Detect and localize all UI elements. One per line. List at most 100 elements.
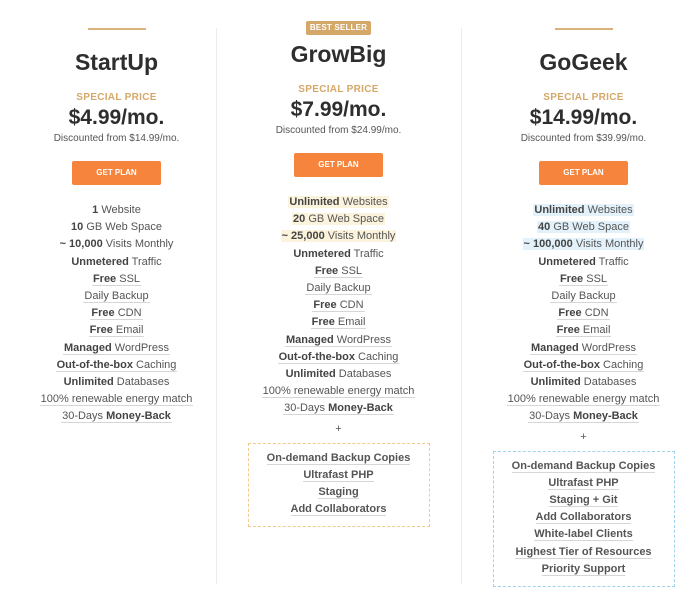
feature-text: ~ 10,000 Visits Monthly	[59, 238, 174, 251]
extra-feature-link[interactable]: Highest Tier of Resources	[515, 545, 652, 559]
feature-item: Daily Backup	[467, 288, 700, 305]
feature-item: 30-Days Money-Back	[0, 408, 233, 425]
special-price-label: SPECIAL PRICE	[543, 92, 624, 103]
extra-feature-link[interactable]: Staging + Git	[549, 494, 618, 508]
feature-item: ~ 100,000 Visits Monthly	[467, 236, 700, 253]
extra-feature-item: Staging	[249, 484, 429, 501]
feature-item: Unlimited Databases	[0, 374, 233, 391]
feature-tooltip-link[interactable]: Free Email	[310, 316, 367, 330]
feature-text: Unmetered Traffic	[293, 247, 384, 260]
feature-tooltip-link[interactable]: 30-Days Money-Back	[528, 410, 639, 424]
extra-feature-item: Priority Support	[494, 561, 674, 578]
feature-item: Managed WordPress	[222, 332, 455, 349]
plan-name: StartUp	[74, 49, 159, 75]
feature-text: 1 Website	[92, 204, 141, 216]
plan-price: $7.99/mo.	[290, 98, 387, 121]
column-divider-2	[461, 28, 462, 584]
feature-item: Free SSL	[467, 271, 700, 288]
plan-price: $14.99/mo.	[529, 106, 638, 129]
feature-tooltip-link[interactable]: Out-of-the-box Caching	[55, 358, 178, 372]
extra-feature-link[interactable]: On-demand Backup Copies	[511, 459, 656, 473]
feature-text: Unmetered Traffic	[538, 255, 629, 268]
feature-list: Unlimited Websites 20 GB Web Space ~ 25,00…	[222, 194, 455, 418]
extra-feature-link[interactable]: Ultrafast PHP	[548, 476, 619, 490]
feature-item: ~ 10,000 Visits Monthly	[0, 236, 233, 253]
discount-text: Discounted from $39.99/mo.	[520, 133, 647, 144]
plan-accent-line	[554, 28, 613, 30]
extra-feature-item: On-demand Backup Copies	[494, 458, 674, 475]
extra-feature-link[interactable]: Staging	[318, 486, 359, 500]
feature-item: Daily Backup	[0, 288, 233, 305]
feature-text: Unlimited Databases	[530, 376, 637, 389]
feature-tooltip-link[interactable]: Daily Backup	[305, 282, 372, 296]
plan-name: GrowBig	[290, 41, 387, 67]
feature-tooltip-link[interactable]: 100% renewable energy match	[261, 385, 416, 399]
plan-price: $4.99/mo.	[68, 106, 165, 129]
feature-tooltip-link[interactable]: 30-Days Money-Back	[61, 410, 172, 424]
feature-item: Managed WordPress	[467, 340, 700, 357]
feature-item: Out-of-the-box Caching	[467, 357, 700, 374]
feature-item: Out-of-the-box Caching	[222, 349, 455, 366]
feature-item: Unmetered Traffic	[222, 246, 455, 263]
feature-item: Free SSL	[0, 271, 233, 288]
extras-box: On-demand Backup Copies Ultrafast PHP Stag…	[492, 450, 675, 588]
best-seller-badge: BEST SELLER	[305, 21, 372, 35]
feature-text: 40 GB Web Space	[537, 221, 630, 234]
feature-tooltip-link[interactable]: Free CDN	[557, 307, 610, 321]
feature-tooltip-link[interactable]: Free SSL	[558, 272, 609, 286]
extra-feature-link[interactable]: Priority Support	[541, 562, 626, 576]
feature-text: Unlimited Databases	[285, 368, 392, 381]
feature-text: 10 GB Web Space	[71, 221, 162, 234]
feature-text: 20 GB Web Space	[292, 213, 385, 226]
extra-feature-item: On-demand Backup Copies	[249, 450, 429, 467]
feature-item: Unmetered Traffic	[0, 254, 233, 271]
extra-feature-link[interactable]: Add Collaborators	[535, 511, 632, 525]
feature-tooltip-link[interactable]: Daily Backup	[550, 290, 617, 304]
feature-tooltip-link[interactable]: Managed WordPress	[285, 333, 392, 347]
feature-tooltip-link[interactable]: 30-Days Money-Back	[283, 402, 394, 416]
special-price-label: SPECIAL PRICE	[298, 84, 379, 95]
feature-tooltip-link[interactable]: Free CDN	[312, 299, 365, 313]
feature-item: Free CDN	[467, 305, 700, 322]
feature-text: ~ 25,000 Visits Monthly	[280, 230, 397, 243]
feature-item: Free CDN	[222, 297, 455, 314]
feature-tooltip-link[interactable]: Out-of-the-box Caching	[277, 350, 400, 364]
feature-item: Unlimited Databases	[467, 374, 700, 391]
extra-feature-link[interactable]: On-demand Backup Copies	[266, 451, 411, 465]
extra-feature-link[interactable]: White-label Clients	[534, 528, 633, 542]
feature-text: Unmetered Traffic	[71, 255, 162, 268]
feature-tooltip-link[interactable]: 100% renewable energy match	[506, 393, 661, 407]
get-plan-button[interactable]: GET PLAN	[72, 161, 161, 185]
feature-tooltip-link[interactable]: Free Email	[88, 324, 145, 338]
feature-item: Unmetered Traffic	[467, 254, 700, 271]
feature-item: Unlimited Databases	[222, 366, 455, 383]
feature-item: 30-Days Money-Back	[222, 400, 455, 417]
feature-item: Unlimited Websites	[467, 202, 700, 219]
feature-tooltip-link[interactable]: Daily Backup	[83, 290, 150, 304]
plan-card-growbig: BEST SELLER GrowBig SPECIAL PRICE $7.99/…	[222, 0, 455, 528]
extra-feature-item: Staging + Git	[494, 492, 674, 509]
feature-tooltip-link[interactable]: 100% renewable energy match	[39, 393, 194, 407]
extra-feature-item: Add Collaborators	[249, 501, 429, 518]
extra-feature-link[interactable]: Ultrafast PHP	[303, 468, 374, 482]
feature-item: Free Email	[0, 322, 233, 339]
feature-item: Free SSL	[222, 263, 455, 280]
feature-tooltip-link[interactable]: Out-of-the-box Caching	[522, 358, 645, 372]
feature-item: Daily Backup	[222, 280, 455, 297]
feature-tooltip-link[interactable]: Managed WordPress	[63, 341, 170, 355]
feature-tooltip-link[interactable]: Free CDN	[90, 307, 143, 321]
feature-tooltip-link[interactable]: Free SSL	[91, 272, 142, 286]
feature-tooltip-link[interactable]: Free Email	[555, 324, 612, 338]
feature-item: 10 GB Web Space	[0, 219, 233, 236]
feature-item: Unlimited Websites	[222, 194, 455, 211]
extra-feature-item: White-label Clients	[494, 526, 674, 543]
feature-item: 100% renewable energy match	[467, 391, 700, 408]
feature-item: Free Email	[467, 322, 700, 339]
get-plan-button[interactable]: GET PLAN	[294, 153, 383, 177]
extra-feature-link[interactable]: Add Collaborators	[290, 503, 387, 517]
feature-tooltip-link[interactable]: Free SSL	[313, 264, 364, 278]
feature-tooltip-link[interactable]: Managed WordPress	[530, 341, 637, 355]
feature-list: 1 Website 10 GB Web Space ~ 10,000 Visits …	[0, 202, 233, 426]
feature-item: 1 Website	[0, 202, 233, 219]
get-plan-button[interactable]: GET PLAN	[539, 161, 628, 185]
